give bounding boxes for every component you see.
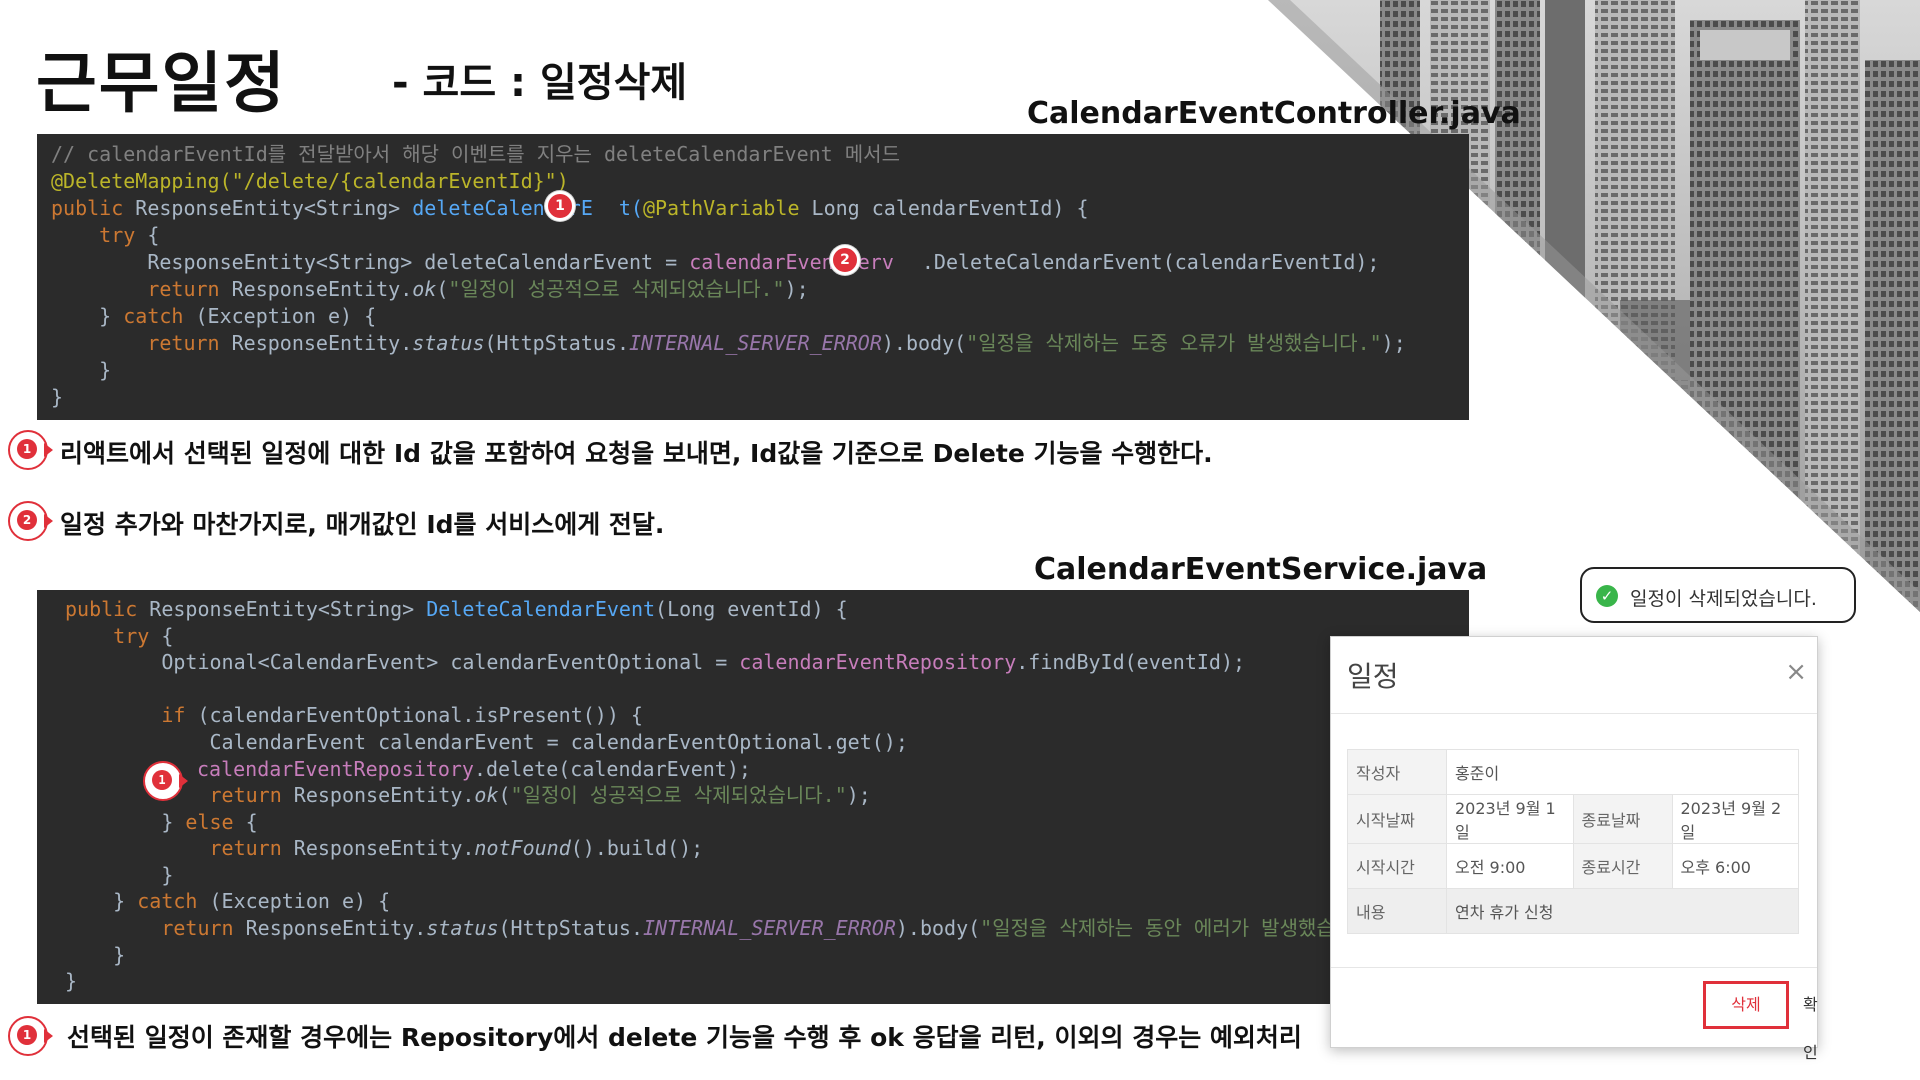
delete-button[interactable]: 삭제	[1703, 981, 1789, 1029]
table-row: 작성자 홍준이	[1347, 749, 1799, 795]
note-marker-1: 1	[8, 430, 53, 470]
code-line: } catch (Exception e) {	[51, 304, 377, 328]
code-line: CalendarEvent calendarEvent = calendarEv…	[65, 730, 908, 754]
author-value: 홍준이	[1446, 749, 1799, 795]
note-marker-3: 1	[8, 1016, 53, 1056]
code-line: }	[65, 943, 126, 967]
author-label: 작성자	[1347, 749, 1447, 795]
code-line: } else {	[65, 810, 258, 834]
marker-badge-2: 2	[830, 245, 860, 275]
table-row: 시작시간 오전 9:00 종료시간 오후 6:00	[1347, 843, 1799, 889]
code-line: }	[65, 969, 78, 993]
note-marker-2: 2	[8, 501, 53, 541]
modal-title: 일정	[1347, 660, 1399, 693]
confirm-button[interactable]: 확인	[1803, 981, 1818, 1062]
toast-message: 일정이 삭제되었습니다.	[1630, 588, 1817, 610]
note-text-2: 일정 추가와 마찬가지로, 매개값인 Id를 서비스에게 전달.	[60, 510, 665, 539]
marker-badge-1: 1	[545, 191, 575, 221]
note-text-3: 선택된 일정이 존재할 경우에는 Repository에서 delete 기능을…	[67, 1023, 1302, 1052]
code-line: return ResponseEntity.status(HttpStatus.…	[51, 331, 1406, 355]
event-detail-table: 작성자 홍준이 시작날짜 2023년 9월 1일 종료날짜 2023년 9월 2…	[1347, 749, 1799, 934]
code-line: @DeleteMapping("/delete/{calendarEventId…	[51, 169, 569, 193]
end-time-value: 오후 6:00	[1671, 843, 1799, 889]
code-line: // calendarEventId를 전달받아서 해당 이벤트를 지우는 de…	[51, 142, 900, 166]
event-detail-modal: 일정 × 작성자 홍준이 시작날짜 2023년 9월 1일 종료날짜 2023년…	[1330, 636, 1818, 1062]
code-line: }	[51, 385, 64, 409]
code-line: try {	[65, 624, 174, 648]
table-row: 내용 연차 휴가 신청	[1347, 888, 1799, 934]
controller-code-block: // calendarEventId를 전달받아서 해당 이벤트를 지우는 de…	[37, 134, 1469, 420]
code-line: }	[65, 863, 174, 887]
end-time-label: 종료시간	[1572, 843, 1673, 889]
page-subtitle: - 코드 : 일정삭제	[392, 60, 688, 106]
start-date-label: 시작날짜	[1347, 794, 1447, 844]
table-row: 시작날짜 2023년 9월 1일 종료날짜 2023년 9월 2일	[1347, 794, 1799, 844]
start-time-value: 오전 9:00	[1446, 843, 1574, 889]
service-filename: CalendarEventService.java	[1034, 552, 1488, 587]
marker-badge-1: 1	[143, 761, 188, 801]
code-line: return ResponseEntity.ok("일정이 성공적으로 삭제되었…	[51, 277, 809, 301]
code-line: return ResponseEntity.status(HttpStatus.…	[65, 916, 1354, 940]
code-line: return ResponseEntity.notFound().build()…	[65, 836, 704, 860]
service-code-block: public ResponseEntity<String> DeleteCale…	[37, 590, 1469, 1004]
start-date-value: 2023년 9월 1일	[1446, 794, 1574, 844]
code-line: Optional<CalendarEvent> calendarEventOpt…	[65, 650, 1246, 674]
page-title: 근무일정	[36, 45, 287, 122]
controller-filename: CalendarEventController.java	[1027, 96, 1521, 131]
code-line: ResponseEntity<String> deleteCalendarEve…	[51, 250, 1380, 274]
check-circle-icon: ✓	[1596, 585, 1618, 607]
divider	[1331, 967, 1817, 968]
code-line: } catch (Exception e) {	[65, 889, 391, 913]
end-date-label: 종료날짜	[1572, 794, 1673, 844]
start-time-label: 시작시간	[1347, 843, 1447, 889]
divider	[1331, 713, 1817, 714]
code-line: public ResponseEntity<String> DeleteCale…	[65, 597, 848, 621]
code-line: }	[51, 358, 112, 382]
code-line: try {	[51, 223, 160, 247]
success-toast: ✓ 일정이 삭제되었습니다.	[1580, 567, 1856, 623]
code-line: if (calendarEventOptional.isPresent()) {	[65, 703, 643, 727]
end-date-value: 2023년 9월 2일	[1671, 794, 1799, 844]
content-label: 내용	[1347, 888, 1447, 934]
close-icon[interactable]: ×	[1785, 657, 1807, 687]
code-line: calendarEventRepository.delete(calendarE…	[197, 757, 751, 781]
content-value: 연차 휴가 신청	[1446, 888, 1799, 934]
note-text-1: 리액트에서 선택된 일정에 대한 Id 값을 포함하여 요청을 보내면, Id값…	[60, 439, 1213, 468]
